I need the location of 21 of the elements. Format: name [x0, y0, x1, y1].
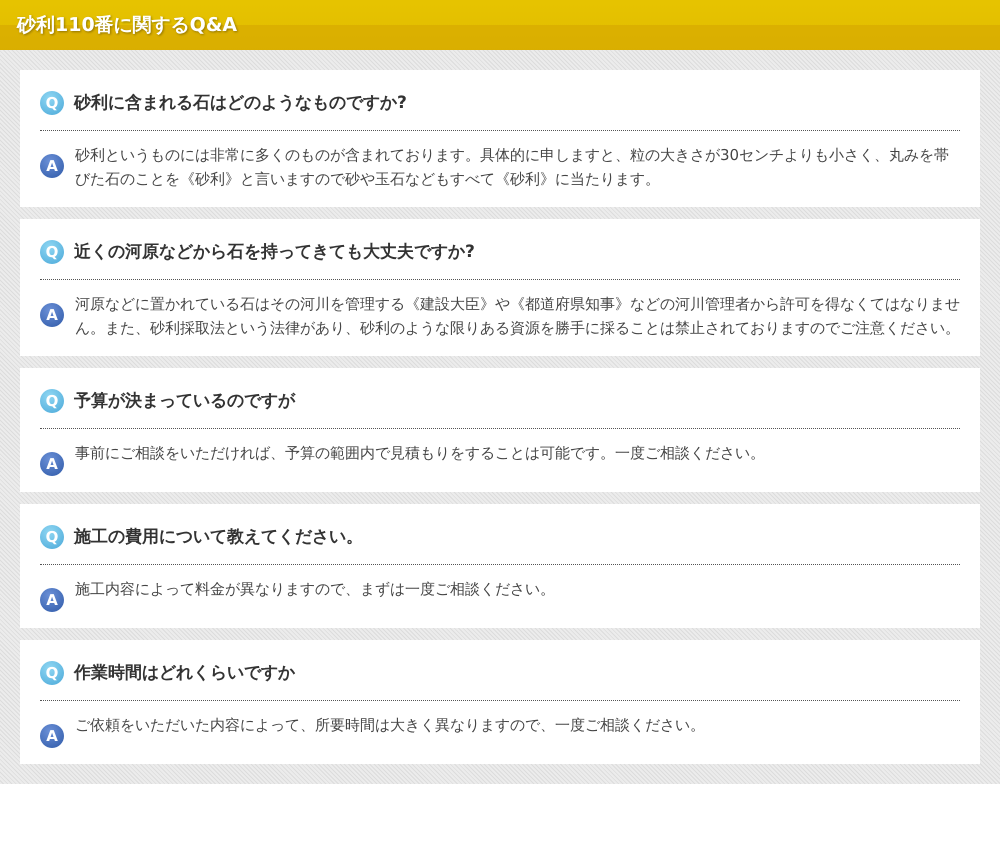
answer-text: 砂利というものには非常に多くのものが含まれております。具体的に申しますと、粒の大きさが30センチよりも小さく、丸みを帯びた石のことを《砂利》と言いますので砂や玉石などもすべて《砂利》に当たります。	[75, 145, 950, 190]
question-text: 近くの河原などから石を持ってきても大丈夫ですか?	[74, 241, 475, 263]
question-badge: Q	[40, 90, 64, 114]
answer-text: 河原などに置かれている石はその河川を管理する《建設大臣》や《都道府県知事》などの河川管理者から許可を得なくてはなりません。また、砂利採取法という法律があり、砂利のような限りある資源を勝手に採ることは禁止されておりますのでご注意ください。	[75, 294, 960, 339]
answer-badge: A	[40, 724, 64, 748]
answer-badge: A	[40, 303, 64, 327]
question-badge: Q	[40, 524, 64, 548]
question-text: 作業時間はどれくらいですか	[74, 662, 295, 684]
answer-text: ご依頼をいただいた内容によって、所要時間は大きく異なりますので、一度ご相談ください。	[75, 715, 705, 736]
question-text: 予算が決まっているのですが	[74, 390, 295, 412]
answer-text: 事前にご相談をいただければ、予算の範囲内で見積もりをすることは可能です。一度ご相談ください。	[75, 443, 765, 464]
answer-badge: A	[40, 588, 64, 612]
page-title: 砂利110番に関するQ&A	[17, 13, 238, 38]
question-badge: Q	[40, 240, 64, 264]
answer-badge: A	[40, 452, 64, 476]
question-badge: Q	[40, 660, 64, 684]
question-text: 砂利に含まれる石はどのようなものですか?	[74, 92, 407, 114]
question-badge: Q	[40, 388, 64, 412]
question-text: 施工の費用について教えてください。	[74, 526, 363, 548]
answer-text: 施工内容によって料金が異なりますので、まずは一度ご相談ください。	[75, 579, 555, 600]
answer-badge: A	[40, 154, 64, 178]
